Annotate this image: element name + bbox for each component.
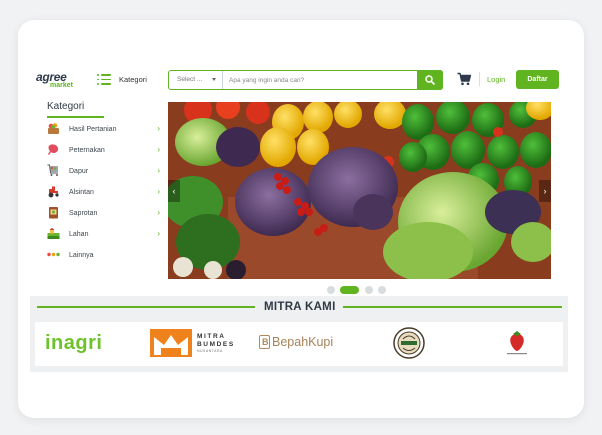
category-select[interactable]: Select ...	[169, 71, 223, 89]
sidebar-item-label: Lainnya	[69, 252, 94, 259]
sidebar-item-alsintan[interactable]: Alsintan ›	[47, 185, 162, 199]
category-select-value: Select ...	[177, 76, 203, 83]
agree-market-logo[interactable]: agree market	[36, 71, 80, 91]
bumdes-text-nusantara: NUSANTARA	[197, 349, 223, 353]
sidebar-item-label: Peternakan	[69, 147, 105, 154]
bepahkupi-logo-icon: B	[259, 335, 270, 349]
kategori-menu-link[interactable]: Kategori	[119, 75, 147, 84]
chevron-right-icon: ›	[157, 208, 160, 217]
banner-dot-3[interactable]	[365, 286, 373, 294]
mitra-title-line-left	[37, 306, 255, 308]
strawberry-brand-logo[interactable]	[505, 330, 529, 356]
sidebar-item-label: Saprotan	[69, 210, 98, 217]
vegetables-photo	[168, 102, 551, 279]
search-icon	[425, 75, 435, 85]
banner-next-button[interactable]: ›	[539, 180, 551, 202]
sidebar-item-lainnya[interactable]: Lainnya	[47, 248, 162, 262]
meat-icon	[48, 144, 59, 155]
land-icon	[47, 227, 60, 239]
mitra-bumdes-logo-icon[interactable]	[150, 329, 192, 357]
register-button[interactable]: Daftar	[516, 70, 559, 89]
tractor-icon	[48, 186, 59, 198]
banner-dot-4[interactable]	[378, 286, 386, 294]
chevron-right-icon: ›	[157, 124, 160, 133]
fertilizer-bag-icon	[49, 207, 58, 219]
sidebar-item-label: Alsintan	[69, 189, 94, 196]
bumdes-text-bumdes: BUMDES	[197, 341, 235, 348]
mitra-title-line-right	[343, 306, 562, 308]
sidebar-item-hasil-pertanian[interactable]: Hasil Pertanian ›	[47, 122, 162, 136]
sidebar-item-peternakan[interactable]: Peternakan ›	[47, 143, 162, 157]
banner-dot-2[interactable]	[340, 286, 359, 294]
bepahkupi-logo[interactable]: BepahKupi	[272, 335, 333, 349]
koperasi-seal-logo[interactable]	[393, 327, 425, 359]
search-bar: Select ...	[168, 70, 443, 90]
bumdes-text-mitra: MITRA	[197, 333, 226, 340]
more-dots-icon	[47, 252, 60, 257]
category-list-icon[interactable]	[97, 74, 111, 85]
mitra-title: MITRA KAMI	[264, 301, 336, 313]
logo-text-market: market	[50, 82, 73, 89]
sidebar-item-label: Lahan	[69, 231, 89, 238]
inagri-logo[interactable]: inagri	[45, 332, 102, 354]
banner-dot-1[interactable]	[327, 286, 335, 294]
chevron-down-icon	[212, 78, 216, 81]
search-button[interactable]	[417, 70, 443, 90]
chevron-right-icon: ›	[157, 187, 160, 196]
login-link[interactable]: Login	[487, 75, 505, 84]
banner-prev-button[interactable]: ‹	[168, 180, 180, 202]
sidebar-item-label: Dapur	[69, 168, 89, 175]
sidebar-title: Kategori	[47, 101, 85, 112]
harvest-basket-icon	[48, 123, 59, 134]
search-input[interactable]	[229, 74, 409, 86]
chevron-right-icon: ›	[157, 229, 160, 238]
chevron-right-icon: ›	[157, 145, 160, 154]
sidebar-item-saprotan[interactable]: Saprotan ›	[47, 206, 162, 220]
chevron-right-icon: ›	[157, 166, 160, 175]
kitchen-cart-icon	[47, 164, 58, 176]
header-divider	[479, 72, 480, 86]
hero-banner[interactable]: ‹ ›	[168, 102, 551, 279]
cart-icon[interactable]	[457, 72, 471, 86]
sidebar-item-dapur[interactable]: Dapur ›	[47, 164, 162, 178]
sidebar-item-label: Hasil Pertanian	[69, 126, 117, 133]
sidebar-item-lahan[interactable]: Lahan ›	[47, 227, 162, 241]
sidebar-title-underline	[47, 116, 104, 118]
